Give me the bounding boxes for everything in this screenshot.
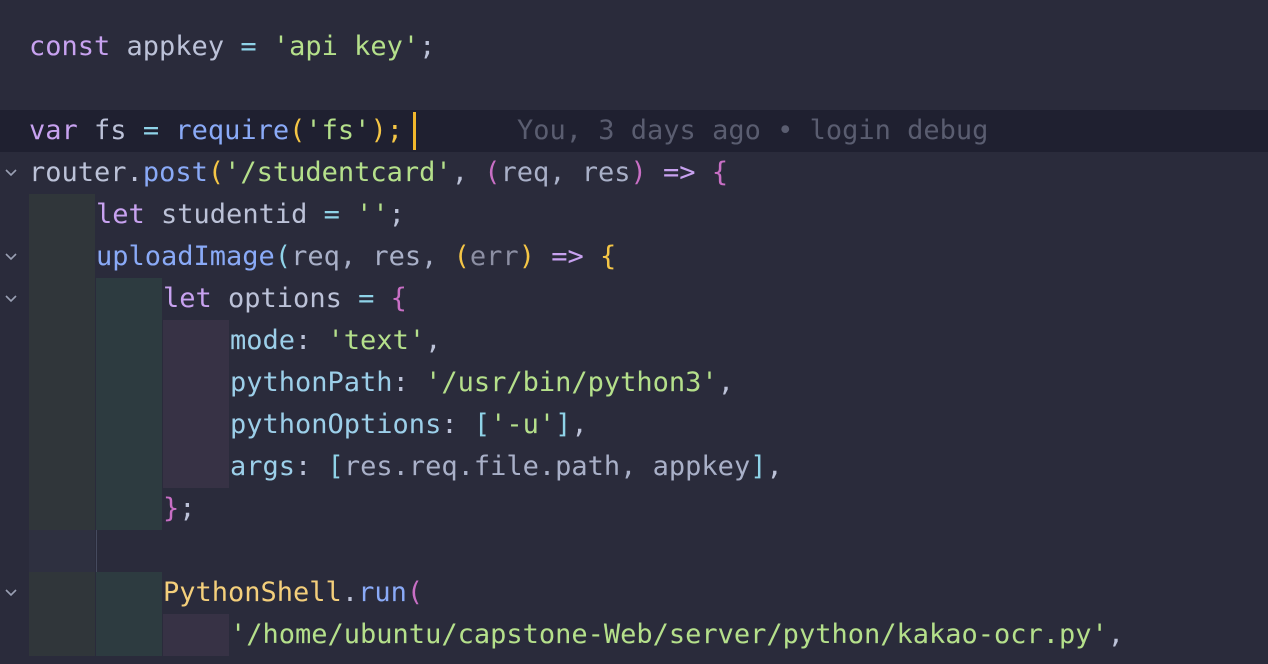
- indent-guide-block: [29, 194, 95, 236]
- code-editor[interactable]: const appkey = 'api key'; var fs = requi…: [0, 0, 1268, 664]
- code-line-7[interactable]: let options = {: [0, 278, 1268, 320]
- code-line-4[interactable]: router.post('/studentcard', (req, res) =…: [0, 152, 1268, 194]
- code-text: args: [res.req.file.path, appkey],: [230, 451, 783, 482]
- fold-chevron-icon[interactable]: [0, 152, 22, 194]
- indent-guide-block: [96, 614, 162, 656]
- indent-guide-block: [96, 404, 162, 446]
- code-text: };: [163, 493, 196, 524]
- indent-guide-block: [29, 572, 95, 614]
- code-text: '/home/ubuntu/capstone-Web/server/python…: [230, 619, 1125, 650]
- code-line-12[interactable]: };: [0, 488, 1268, 530]
- code-line-15[interactable]: '/home/ubuntu/capstone-Web/server/python…: [0, 614, 1268, 656]
- code-text: const appkey = 'api key';: [29, 31, 436, 62]
- git-blame-annotation: You, 3 days ago • login debug: [517, 115, 989, 146]
- indent-guide-block: [163, 446, 229, 488]
- code-text: PythonShell.run(: [163, 577, 424, 608]
- code-line-13[interactable]: [0, 530, 1268, 572]
- code-text: uploadImage(req, res, (err) => {: [96, 241, 617, 272]
- indent-guide-block: [96, 572, 162, 614]
- code-line-14[interactable]: PythonShell.run(: [0, 572, 1268, 614]
- indent-guide-block: [29, 446, 95, 488]
- code-text: mode: 'text',: [230, 325, 442, 356]
- code-line-11[interactable]: args: [res.req.file.path, appkey],: [0, 446, 1268, 488]
- indent-guide-block: [96, 446, 162, 488]
- indent-guide-block: [29, 614, 95, 656]
- code-text: let studentid = '';: [96, 199, 405, 230]
- text-cursor: [413, 112, 416, 150]
- indent-guide-block: [29, 278, 95, 320]
- indent-guide-block: [29, 488, 95, 530]
- indent-guide-block: [29, 404, 95, 446]
- indent-guide-block: [163, 614, 229, 656]
- code-text: pythonPath: '/usr/bin/python3',: [230, 367, 734, 398]
- code-text: let options = {: [163, 283, 407, 314]
- indent-guide-block: [96, 278, 162, 320]
- code-line-10[interactable]: pythonOptions: ['-u'],: [0, 404, 1268, 446]
- code-text: pythonOptions: ['-u'],: [230, 409, 588, 440]
- indent-guide-block: [163, 362, 229, 404]
- code-line-8[interactable]: mode: 'text',: [0, 320, 1268, 362]
- code-text: router.post('/studentcard', (req, res) =…: [29, 157, 729, 188]
- fold-chevron-icon[interactable]: [0, 236, 22, 278]
- indent-guide-line: [96, 530, 97, 572]
- indent-guide-block: [29, 362, 95, 404]
- indent-guide-block: [96, 362, 162, 404]
- indent-guide-block: [96, 488, 162, 530]
- code-line-3-current[interactable]: var fs = require('fs'); You, 3 days ago …: [0, 110, 1268, 152]
- indent-guide-block: [163, 404, 229, 446]
- indent-guide-block: [29, 320, 95, 362]
- code-line-9[interactable]: pythonPath: '/usr/bin/python3',: [0, 362, 1268, 404]
- fold-chevron-icon[interactable]: [0, 572, 22, 614]
- indent-guide-block: [96, 320, 162, 362]
- fold-chevron-icon[interactable]: [0, 278, 22, 320]
- code-line-5[interactable]: let studentid = '';: [0, 194, 1268, 236]
- code-line-1[interactable]: const appkey = 'api key';: [0, 26, 1268, 68]
- indent-guide-block: [29, 236, 95, 278]
- indent-guide-block: [163, 320, 229, 362]
- code-text: var fs = require('fs');: [29, 115, 403, 146]
- code-line-6[interactable]: uploadImage(req, res, (err) => {: [0, 236, 1268, 278]
- indent-guide-block: [29, 530, 95, 572]
- code-line-2[interactable]: [0, 68, 1268, 110]
